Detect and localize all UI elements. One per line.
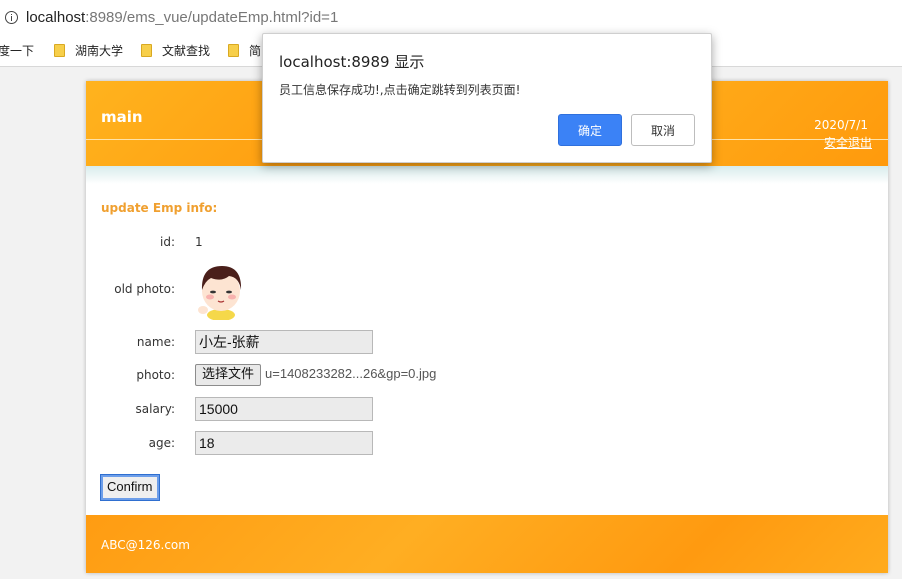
dialog-message: 员工信息保存成功!,点击确定跳转到列表页面! (279, 83, 521, 97)
url-text[interactable]: localhost:8989/ems_vue/updateEmp.html?id… (26, 9, 338, 26)
bookmark-label: 简 (249, 43, 262, 58)
file-name: u=1408233282...26&gp=0.jpg (265, 366, 437, 381)
footer-email: ABC@126.com (101, 538, 190, 552)
logo: main (101, 108, 143, 126)
url-host: localhost (26, 8, 86, 26)
salary-label: salary: (135, 402, 176, 416)
age-input[interactable]: 18 (195, 431, 373, 455)
bookmark-label: 湖南大学 (75, 43, 124, 58)
footer-banner: ABC@126.com (86, 515, 888, 573)
salary-input[interactable]: 15000 (195, 397, 373, 421)
old-photo-image (198, 266, 242, 320)
alert-dialog: localhost:8989 显示 员工信息保存成功!,点击确定跳转到列表页面!… (262, 33, 712, 163)
age-label: age: (148, 436, 175, 450)
bookmark-item[interactable]: 文献查找 (141, 42, 210, 59)
choose-file-button[interactable]: 选择文件 (195, 364, 262, 386)
confirm-button[interactable]: Confirm (100, 474, 160, 501)
photo-label: photo: (136, 368, 175, 382)
info-icon[interactable] (5, 10, 18, 24)
form-title: update Emp info: (101, 201, 218, 215)
address-bar[interactable]: localhost:8989/ems_vue/updateEmp.html?id… (0, 0, 902, 34)
bookmark-label: 文献查找 (162, 43, 211, 58)
bookmark-item[interactable]: 湖南大学 (54, 42, 123, 59)
url-path: :8989/ems_vue/updateEmp.html?id=1 (85, 8, 339, 26)
folder-icon (141, 43, 153, 57)
folder-icon (228, 43, 240, 57)
id-label: id: (160, 235, 175, 249)
old-photo-label: old photo: (114, 282, 175, 296)
bookmark-item[interactable]: 简 (228, 42, 261, 59)
header-shadow (86, 166, 888, 184)
folder-icon (54, 43, 66, 57)
cancel-button[interactable]: 取消 (631, 114, 695, 146)
logout-link[interactable]: 安全退出 (824, 134, 872, 151)
id-value: 1 (195, 235, 203, 249)
name-input[interactable]: 小左-张薪 (195, 330, 373, 354)
bookmark-item[interactable]: 度一下 (0, 42, 34, 59)
ok-button[interactable]: 确定 (558, 114, 622, 146)
date-text: 2020/7/1 (814, 118, 868, 132)
bookmark-label: 度一下 (0, 43, 35, 58)
dialog-title: localhost:8989 显示 (279, 53, 425, 71)
name-label: name: (136, 335, 175, 349)
